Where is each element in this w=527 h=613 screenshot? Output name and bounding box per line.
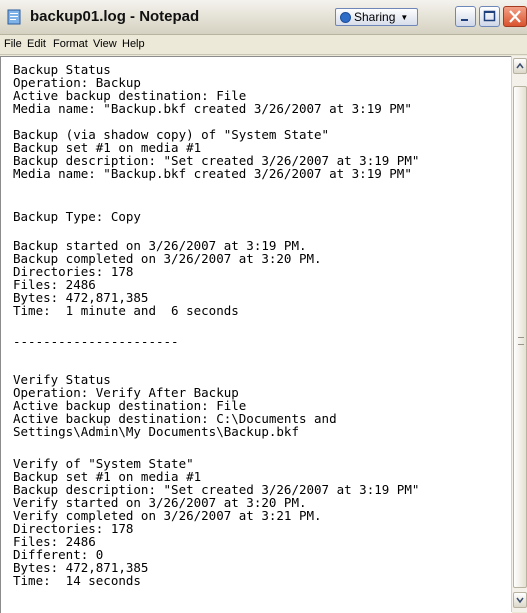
chevron-up-icon xyxy=(516,62,524,69)
text-line: Backup Type: Copy xyxy=(13,209,141,224)
maximize-button[interactable] xyxy=(479,6,500,27)
menu-format[interactable]: Format xyxy=(53,38,88,50)
text-line: Time: 14 seconds xyxy=(13,573,141,588)
menu-view[interactable]: View xyxy=(93,38,117,50)
menu-edit[interactable]: Edit xyxy=(27,38,46,50)
minimize-icon xyxy=(461,19,468,21)
scroll-down-button[interactable] xyxy=(513,592,527,608)
sharing-icon xyxy=(340,11,351,23)
minimize-button[interactable] xyxy=(455,6,476,27)
chevron-down-icon xyxy=(516,597,524,604)
menu-file[interactable]: File xyxy=(4,38,22,50)
scroll-up-button[interactable] xyxy=(513,58,527,74)
text-editor[interactable]: Backup Status Operation: Backup Active b… xyxy=(0,56,512,613)
sharing-label: Sharing xyxy=(354,10,396,24)
text-line: Time: 1 minute and 6 seconds xyxy=(13,303,239,318)
close-icon xyxy=(509,10,521,23)
window-title: backup01.log - Notepad xyxy=(30,8,200,25)
menu-bar: File Edit Format View Help xyxy=(0,35,527,55)
menu-help[interactable]: Help xyxy=(122,38,145,50)
text-line: Media name: "Backup.bkf created 3/26/200… xyxy=(13,166,412,181)
vertical-scrollbar[interactable] xyxy=(511,56,527,612)
sharing-button[interactable]: Sharing ▼ xyxy=(335,8,418,26)
maximize-icon xyxy=(483,10,496,22)
text-line: Settings\Admin\My Documents\Backup.bkf xyxy=(13,424,299,439)
grip-icon xyxy=(518,337,524,345)
chevron-down-icon: ▼ xyxy=(400,12,409,22)
divider-line: ---------------------- xyxy=(13,334,179,349)
text-line: Media name: "Backup.bkf created 3/26/200… xyxy=(13,101,412,116)
notepad-window: backup01.log - Notepad Sharing ▼ File Ed… xyxy=(0,0,527,613)
close-button[interactable] xyxy=(503,6,527,27)
notepad-icon xyxy=(7,9,21,25)
title-bar[interactable]: backup01.log - Notepad Sharing ▼ xyxy=(0,0,527,35)
scroll-thumb[interactable] xyxy=(513,86,527,588)
